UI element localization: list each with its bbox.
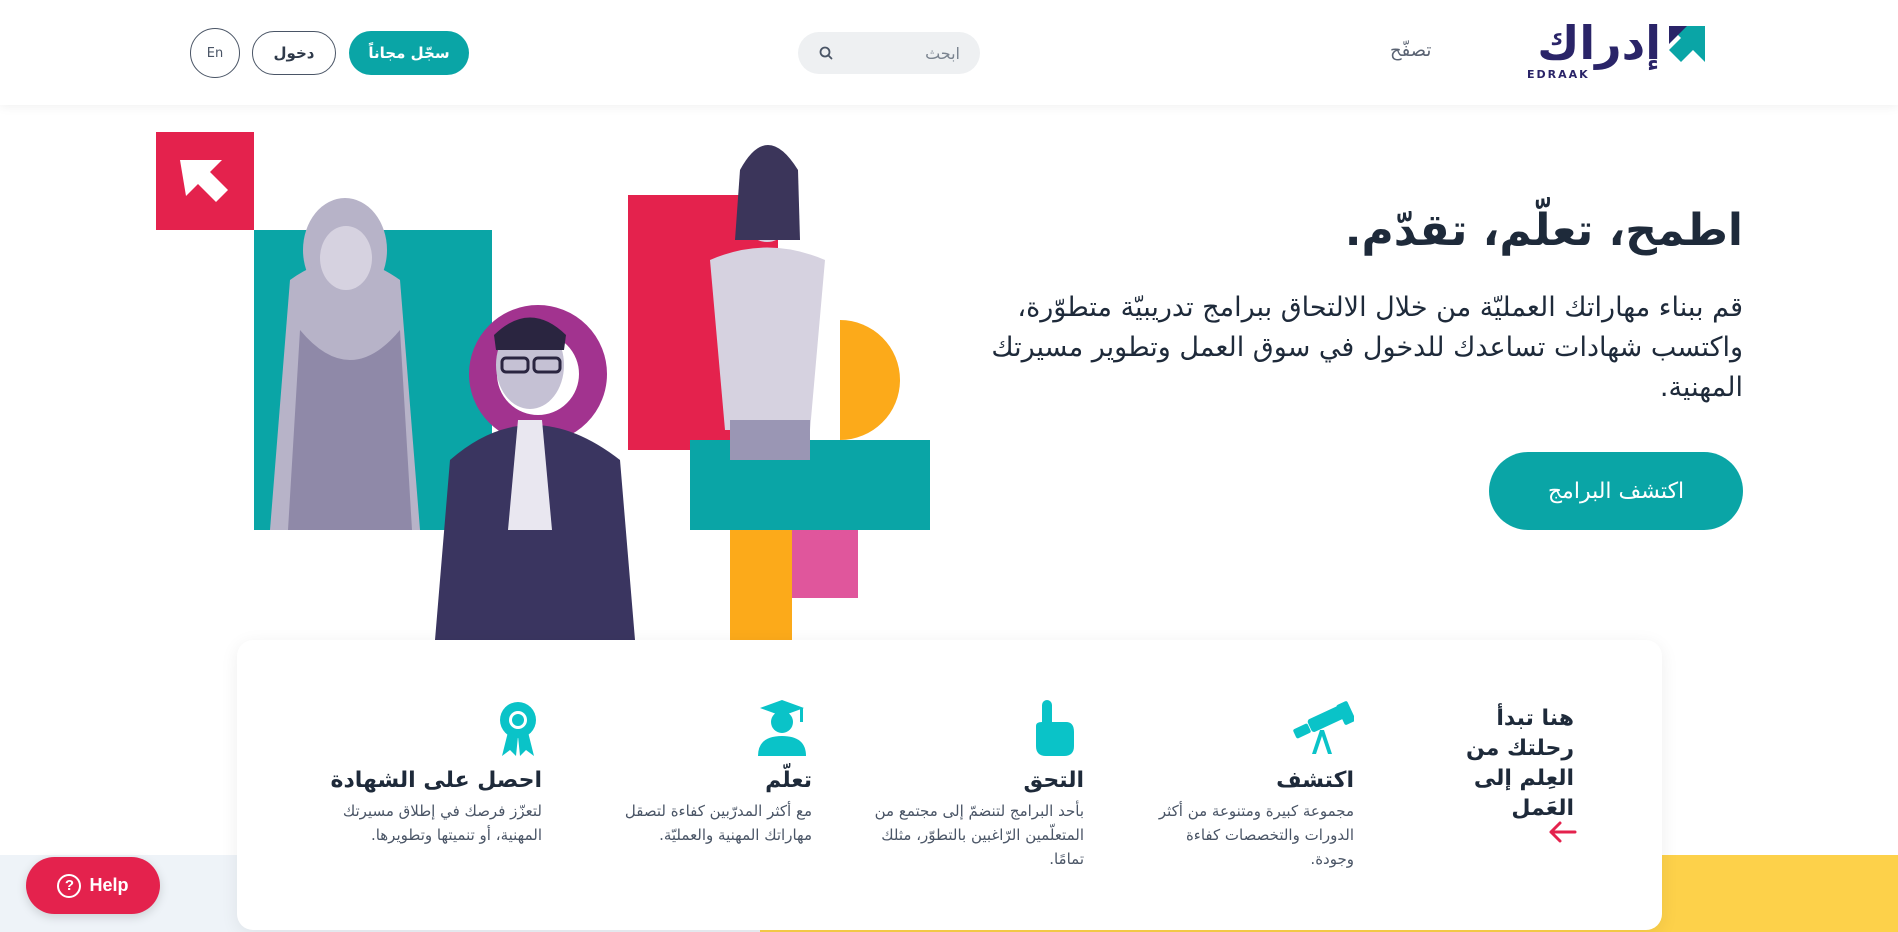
- journey-title: هنا تبدأ رحلتك من العِلم إلى العَمل: [1465, 706, 1574, 821]
- journey-step-enroll: التحق بأحد البرامج لتنضمّ إلى مجتمع من ا…: [869, 700, 1084, 871]
- step-title: اكتشف: [1276, 768, 1354, 793]
- explore-programs-button[interactable]: اكتشف البرامج: [1489, 452, 1743, 530]
- hero-description: قم ببناء مهاراتك العمليّة من خلال الالتح…: [991, 292, 1743, 403]
- journey-step-certificate: احصل على الشهادة لتعزّز فرصك في إطلاق مس…: [327, 700, 542, 847]
- edraak-logo[interactable]: إدراك EDRAAK: [1523, 16, 1711, 82]
- logo-wordmark: إدراك: [1537, 16, 1663, 70]
- step-text: مع أكثر المدرّبين كفاءة لتصقل مهاراتك ال…: [624, 802, 812, 844]
- help-button[interactable]: ? Help: [26, 857, 160, 914]
- hero-collage-graphic: [156, 132, 930, 640]
- browse-link[interactable]: تصفّح: [1390, 40, 1431, 61]
- step-title: تعلّم: [765, 768, 812, 793]
- top-header: إدراك EDRAAK تصفّح سجّل مجاناً دخول En: [0, 0, 1898, 105]
- award-ribbon-icon: [500, 702, 536, 756]
- step-text: مجموعة كبيرة ومتنوعة من أكثر الدورات وال…: [1158, 802, 1354, 868]
- graduate-icon: [758, 700, 806, 756]
- step-text: لتعزّز فرصك في إطلاق مسيرتك المهنية، أو …: [342, 802, 542, 844]
- edraak-logo-mark-icon: [1669, 26, 1705, 62]
- logo-subtitle: EDRAAK: [1527, 68, 1590, 81]
- pointing-hand-icon: [1036, 700, 1074, 756]
- journey-card: هنا تبدأ رحلتك من العِلم إلى العَمل اكتش…: [237, 640, 1662, 930]
- help-label: Help: [89, 875, 129, 895]
- hero-collage-image: [150, 130, 940, 640]
- search-input[interactable]: [840, 43, 960, 63]
- signup-button[interactable]: سجّل مجاناً: [349, 31, 469, 75]
- journey-step-discover: اكتشف مجموعة كبيرة ومتنوعة من أكثر الدور…: [1139, 700, 1354, 871]
- step-text: بأحد البرامج لتنضمّ إلى مجتمع من المتعلّ…: [874, 802, 1084, 868]
- login-button[interactable]: دخول: [252, 31, 336, 75]
- journey-step-learn: تعلّم مع أكثر المدرّبين كفاءة لتصقل مهار…: [597, 700, 812, 847]
- search-icon: [819, 46, 833, 60]
- hero-title: اطمح، تعلّم، تقدّم.: [1344, 205, 1743, 256]
- question-circle-icon: ?: [57, 873, 82, 898]
- telescope-icon: [1293, 701, 1354, 754]
- step-title: التحق: [1023, 768, 1084, 793]
- step-title: احصل على الشهادة: [330, 768, 542, 793]
- search-box[interactable]: [798, 32, 980, 74]
- language-toggle-button[interactable]: En: [190, 28, 240, 78]
- arrow-left-icon[interactable]: [1547, 820, 1577, 844]
